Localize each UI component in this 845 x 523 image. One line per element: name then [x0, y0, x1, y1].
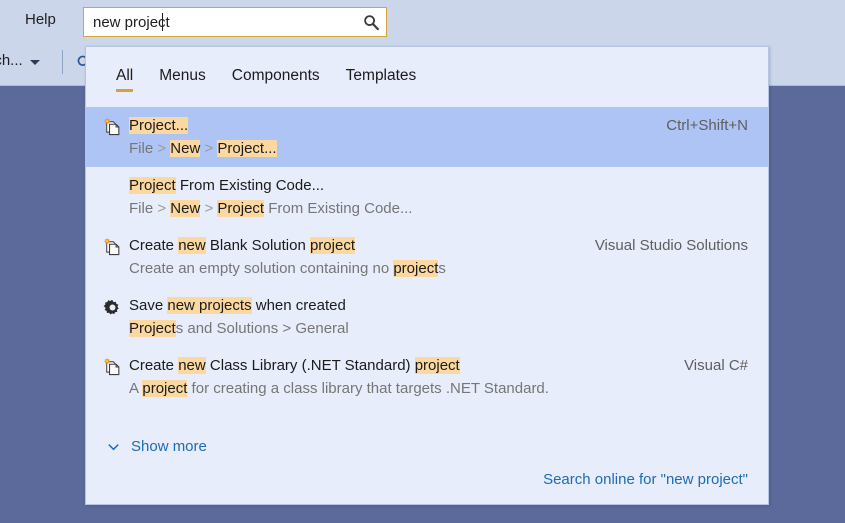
new-project-icon [103, 118, 122, 137]
results-tab-bar: All Menus Components Templates [86, 47, 768, 107]
text-run: for creating a class library that target… [187, 380, 549, 397]
result-row-body: Create new Class Library (.NET Standard)… [127, 356, 670, 399]
match-highlight: New [170, 200, 201, 217]
match-highlight: new [178, 237, 206, 254]
result-row[interactable]: Create new Blank Solution project Create … [86, 227, 768, 287]
match-highlight: Project... [129, 117, 189, 134]
text-run: when created [251, 297, 346, 314]
result-row-subtitle: File > New > Project From Existing Code.… [129, 198, 734, 219]
result-row-category: Visual Studio Solutions [594, 237, 748, 254]
text-run: s and Solutions > General [175, 320, 349, 337]
text-run: Create [129, 357, 179, 374]
result-row-title: Project From Existing Code... [129, 176, 734, 196]
chevron-down-icon [29, 60, 40, 65]
result-row-icon [97, 356, 127, 377]
match-highlight: Project [129, 177, 176, 194]
result-row-title: Save new projects when created [129, 296, 734, 316]
match-highlight: new projects [167, 297, 252, 314]
result-row-icon [97, 116, 127, 137]
match-highlight: Project [129, 320, 176, 337]
show-more-label: Show more [131, 438, 207, 455]
match-highlight: Project... [217, 140, 277, 157]
attach-dropdown-label: ach... [0, 52, 23, 69]
result-row-subtitle: Projects and Solutions > General [129, 318, 734, 339]
results-footer: Show more Search online for "new project… [86, 426, 768, 504]
new-project-icon [103, 238, 122, 257]
text-run: From Existing Code... [175, 177, 325, 194]
result-row-body: Project... File > New > Project... [127, 116, 652, 159]
magnifier-icon[interactable] [356, 14, 386, 31]
tab-all[interactable]: All [103, 62, 146, 92]
text-run: File [129, 140, 158, 157]
text-cursor [162, 13, 163, 31]
result-row-icon [97, 176, 127, 178]
tab-templates[interactable]: Templates [333, 62, 430, 92]
match-highlight: project [309, 237, 355, 254]
search-input[interactable] [84, 8, 356, 36]
text-run: Save [129, 297, 168, 314]
result-row[interactable]: Save new projects when created Projects a… [86, 287, 768, 347]
text-run: Create an empty solution containing no [129, 260, 394, 277]
tab-components[interactable]: Components [219, 62, 333, 92]
match-highlight: new [178, 357, 206, 374]
match-highlight: project [414, 357, 460, 374]
search-box[interactable] [83, 7, 387, 37]
result-row-title: Create new Class Library (.NET Standard)… [129, 356, 670, 376]
text-run: s [438, 260, 446, 277]
tab-menus[interactable]: Menus [146, 62, 219, 92]
result-row[interactable]: Project From Existing Code... File > New … [86, 167, 768, 227]
result-row-title: Create new Blank Solution project [129, 236, 581, 256]
result-row[interactable]: Project... File > New > Project... Ctrl+Sh… [86, 107, 768, 167]
result-row-subtitle: A project for creating a class library t… [129, 378, 670, 399]
breadcrumb-separator: > [200, 140, 218, 157]
text-run: From Existing Code... [264, 200, 413, 217]
text-run: File [129, 200, 158, 217]
breadcrumb-separator: > [157, 200, 171, 217]
result-row-category: Visual C# [684, 357, 748, 374]
gear-icon [103, 298, 122, 317]
search-results-popup: All Menus Components Templates Project..… [85, 46, 769, 505]
result-row-title: Project... [129, 116, 652, 136]
result-row-subtitle: Create an empty solution containing no p… [129, 258, 581, 279]
toolbar-separator [62, 50, 63, 74]
result-row-shortcut: Ctrl+Shift+N [666, 117, 748, 134]
match-highlight: New [170, 140, 201, 157]
text-run: Class Library (.NET Standard) [205, 357, 415, 374]
match-highlight: Project [217, 200, 265, 217]
result-row-subtitle: File > New > Project... [129, 138, 652, 159]
attach-dropdown[interactable]: ach... [0, 52, 40, 70]
new-project-icon [103, 358, 122, 377]
match-highlight: project [142, 380, 188, 397]
result-row-icon [97, 236, 127, 257]
result-row-icon [97, 296, 127, 317]
result-row-body: Create new Blank Solution project Create … [127, 236, 581, 279]
text-run: Blank Solution [205, 237, 310, 254]
breadcrumb-separator: > [200, 200, 218, 217]
breadcrumb-separator: > [157, 140, 171, 157]
results-list: Project... File > New > Project... Ctrl+Sh… [86, 107, 768, 426]
show-more-button[interactable]: Show more [106, 437, 207, 456]
result-row-body: Project From Existing Code... File > New … [127, 176, 734, 219]
search-online-link[interactable]: Search online for "new project" [543, 470, 748, 489]
menu-item-help[interactable]: Help [16, 8, 65, 32]
text-run: Create [129, 237, 179, 254]
text-run: A [129, 380, 143, 397]
match-highlight: project [393, 260, 439, 277]
result-row-body: Save new projects when created Projects a… [127, 296, 734, 339]
chevron-down-icon [106, 439, 121, 454]
result-row[interactable]: Create new Class Library (.NET Standard)… [86, 347, 768, 407]
